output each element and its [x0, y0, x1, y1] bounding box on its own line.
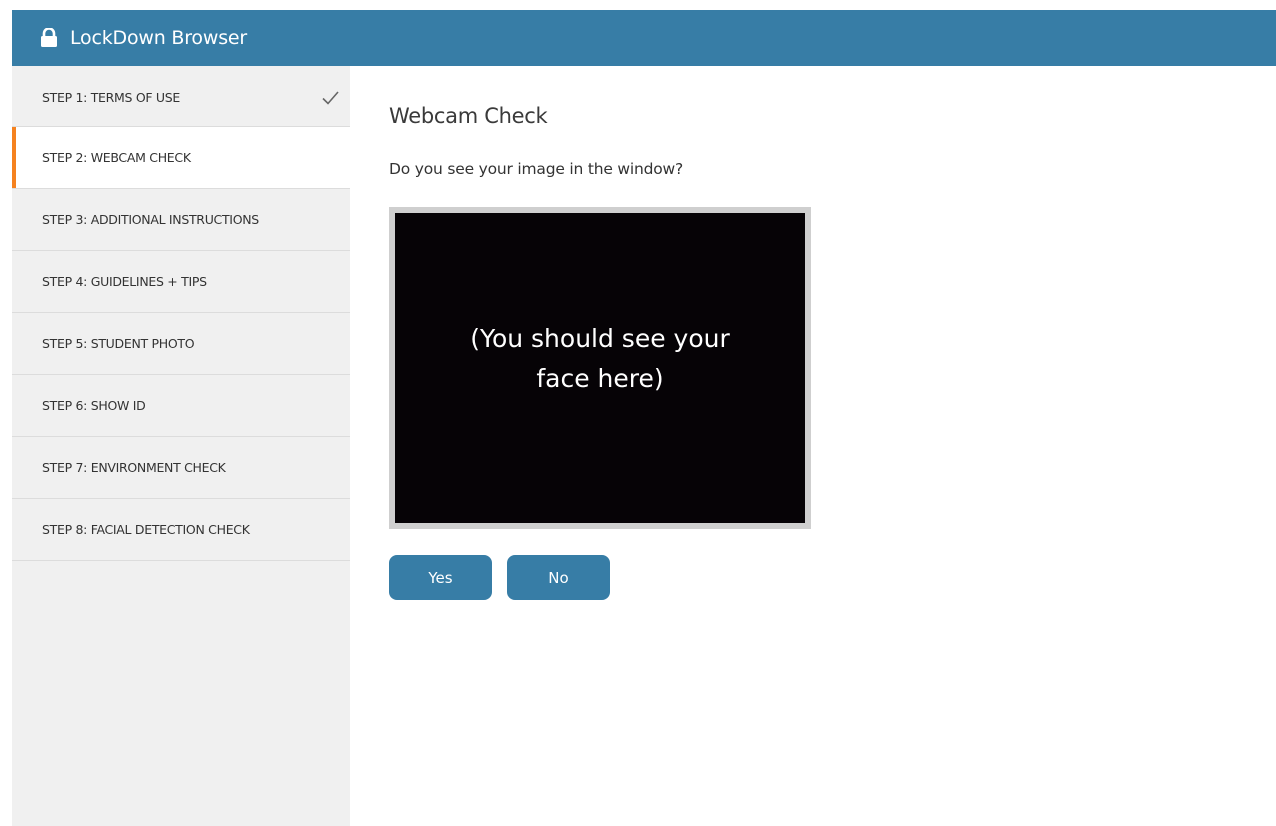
step-label: STEP 5: STUDENT PHOTO [42, 336, 195, 351]
webcam-preview: (You should see your face here) [395, 213, 805, 523]
step-label: STEP 6: SHOW ID [42, 398, 146, 413]
sidebar-step-environment-check[interactable]: STEP 7: ENVIRONMENT CHECK [12, 437, 350, 499]
yes-button[interactable]: Yes [389, 555, 492, 600]
main-content: Webcam Check Do you see your image in th… [389, 66, 1276, 826]
sidebar-step-webcam-check[interactable]: STEP 2: WEBCAM CHECK [12, 127, 350, 189]
app-title: LockDown Browser [70, 27, 247, 49]
webcam-question: Do you see your image in the window? [389, 160, 684, 178]
no-button[interactable]: No [507, 555, 610, 600]
steps-sidebar: STEP 1: TERMS OF USE STEP 2: WEBCAM CHEC… [12, 66, 350, 826]
step-label: STEP 4: GUIDELINES + TIPS [42, 274, 207, 289]
webcam-placeholder-text: (You should see your face here) [470, 324, 730, 393]
lock-icon [38, 27, 60, 49]
sidebar-step-student-photo[interactable]: STEP 5: STUDENT PHOTO [12, 313, 350, 375]
step-label: STEP 1: TERMS OF USE [42, 90, 181, 105]
sidebar-step-additional-instructions[interactable]: STEP 3: ADDITIONAL INSTRUCTIONS [12, 189, 350, 251]
sidebar-step-facial-detection-check[interactable]: STEP 8: FACIAL DETECTION CHECK [12, 499, 350, 561]
step-label: STEP 7: ENVIRONMENT CHECK [42, 460, 226, 475]
sidebar-step-terms-of-use[interactable]: STEP 1: TERMS OF USE [12, 66, 350, 127]
checkmark-icon [320, 88, 340, 108]
sidebar-step-show-id[interactable]: STEP 6: SHOW ID [12, 375, 350, 437]
title-bar: LockDown Browser [12, 10, 1276, 66]
step-label: STEP 8: FACIAL DETECTION CHECK [42, 522, 250, 537]
lockdown-browser-window: LockDown Browser STEP 1: TERMS OF USE ST… [12, 10, 1276, 826]
sidebar-step-guidelines-tips[interactable]: STEP 4: GUIDELINES + TIPS [12, 251, 350, 313]
step-label: STEP 3: ADDITIONAL INSTRUCTIONS [42, 212, 259, 227]
webcam-frame: (You should see your face here) [389, 207, 811, 529]
step-label: STEP 2: WEBCAM CHECK [42, 150, 191, 165]
page-title: Webcam Check [389, 104, 548, 128]
